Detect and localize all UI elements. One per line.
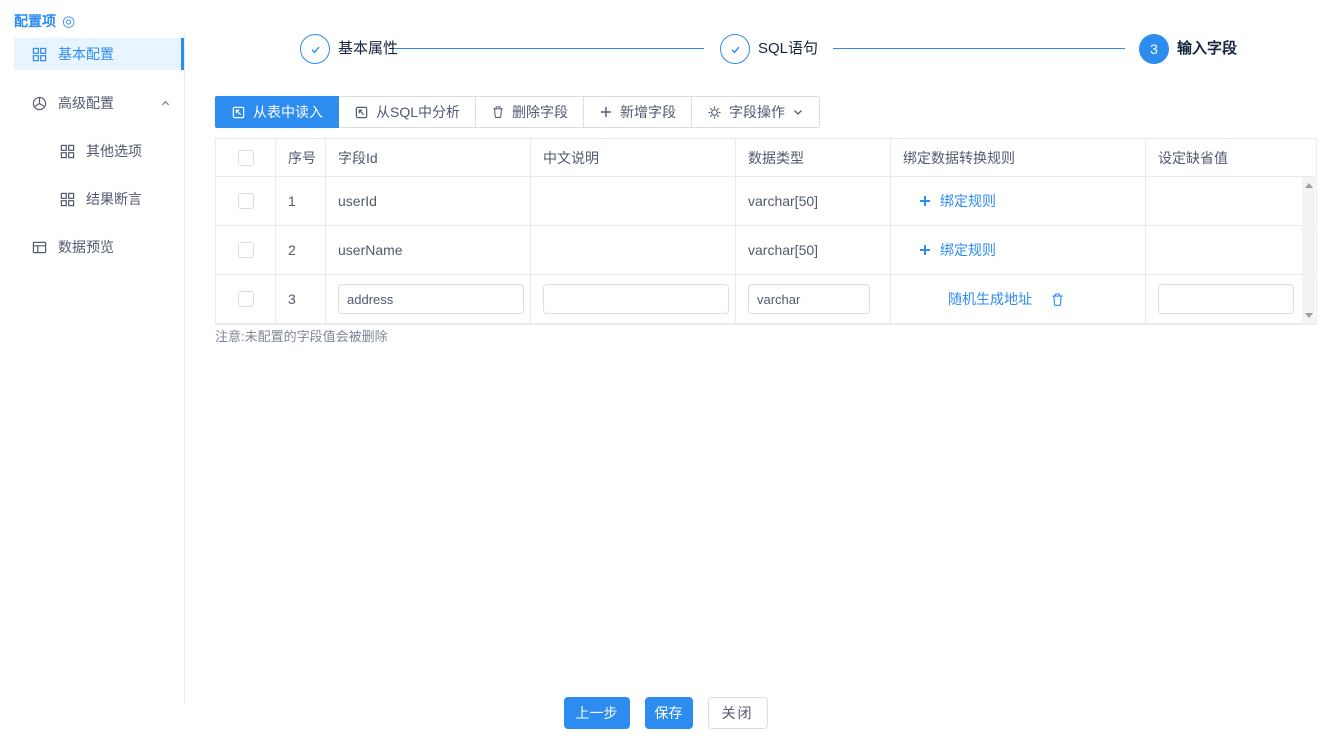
field-id-value: userId — [326, 177, 531, 226]
bind-rule-link[interactable]: 绑定规则 — [919, 240, 996, 260]
step-3-number: 3 — [1150, 41, 1158, 57]
sidebar-title-text: 配置项 — [14, 11, 56, 31]
row-no: 3 — [276, 275, 326, 324]
gear-icon — [707, 105, 722, 120]
col-header-no: 序号 — [276, 139, 326, 177]
sidebar-item-result-assert[interactable]: 结果断言 — [14, 183, 185, 215]
import-table-icon — [354, 105, 369, 120]
sidebar-divider — [184, 35, 185, 703]
table-row: 1 userId varchar[50] 绑定规则 — [216, 177, 1316, 226]
footer-actions: 上一步 保存 关闭 — [0, 697, 1331, 729]
target-icon: ◎ — [62, 14, 75, 29]
caret-up-icon[interactable] — [160, 98, 171, 109]
check-icon — [728, 42, 743, 57]
plus-icon — [919, 244, 931, 256]
sidebar-title: 配置项 ◎ — [14, 11, 75, 31]
table-header-row: 序号 字段Id 中文说明 数据类型 绑定数据转换规则 设定缺省值 — [216, 139, 1316, 177]
table-row-editable: 3 随机生成地址 — [216, 275, 1316, 324]
select-all-checkbox[interactable] — [238, 150, 254, 166]
import-table-icon — [231, 105, 246, 120]
row-checkbox[interactable] — [238, 193, 254, 209]
table-scrollbar[interactable] — [1302, 177, 1315, 324]
remove-rule-button[interactable] — [1050, 292, 1065, 307]
trash-icon — [1050, 292, 1065, 307]
sidebar: 配置项 ◎ 基本配置 高级配置 其他选项 结果断言 数据预览 — [0, 0, 185, 740]
scroll-down-icon[interactable] — [1305, 313, 1313, 318]
plus-icon — [599, 105, 613, 119]
warning-note: 注意:未配置的字段值会被删除 — [215, 326, 388, 345]
col-header-rule: 绑定数据转换规则 — [891, 139, 1146, 177]
field-id-input[interactable] — [338, 284, 524, 314]
check-icon — [308, 42, 323, 57]
default-value — [1146, 226, 1316, 275]
row-checkbox[interactable] — [238, 291, 254, 307]
sidebar-item-label: 基本配置 — [58, 44, 114, 64]
chevron-down-icon — [792, 106, 804, 118]
trash-icon — [491, 105, 505, 119]
sidebar-item-basic-config[interactable]: 基本配置 — [14, 38, 185, 70]
add-field-button[interactable]: 新增字段 — [583, 96, 692, 128]
row-no: 2 — [276, 226, 326, 275]
save-button[interactable]: 保存 — [645, 697, 693, 729]
parse-from-sql-button[interactable]: 从SQL中分析 — [338, 96, 476, 128]
plus-icon — [919, 195, 931, 207]
field-operations-button[interactable]: 字段操作 — [691, 96, 820, 128]
step-1-circle — [300, 34, 330, 64]
cube-icon — [32, 96, 47, 111]
col-header-data-type: 数据类型 — [736, 139, 891, 177]
row-no: 1 — [276, 177, 326, 226]
sidebar-item-label: 数据预览 — [58, 237, 114, 257]
grid-icon — [60, 144, 75, 159]
col-header-field-id: 字段Id — [326, 139, 531, 177]
row-checkbox[interactable] — [238, 242, 254, 258]
grid-icon — [60, 192, 75, 207]
default-value-input[interactable] — [1158, 284, 1294, 314]
sidebar-item-advanced-config[interactable]: 高级配置 — [14, 87, 185, 119]
default-value — [1146, 177, 1316, 226]
close-button[interactable]: 关闭 — [708, 697, 768, 729]
sidebar-item-data-preview[interactable]: 数据预览 — [14, 231, 185, 263]
step-1-label: 基本属性 — [338, 34, 398, 64]
desc-input[interactable] — [543, 284, 729, 314]
read-from-table-button[interactable]: 从表中读入 — [215, 96, 339, 128]
sidebar-item-label: 高级配置 — [58, 93, 114, 113]
sidebar-item-label: 结果断言 — [86, 189, 142, 209]
sidebar-item-label: 其他选项 — [86, 141, 142, 161]
field-toolbar: 从表中读入 从SQL中分析 删除字段 新增字段 字段操作 — [215, 96, 820, 128]
sidebar-item-other-options[interactable]: 其他选项 — [14, 135, 185, 167]
col-header-desc: 中文说明 — [531, 139, 736, 177]
data-type-value: varchar[50] — [736, 177, 891, 226]
field-id-value: userName — [326, 226, 531, 275]
table-row: 2 userName varchar[50] 绑定规则 — [216, 226, 1316, 275]
fields-table: 序号 字段Id 中文说明 数据类型 绑定数据转换规则 设定缺省值 1 userI… — [215, 138, 1317, 325]
step-3-label: 输入字段 — [1177, 34, 1237, 64]
col-header-default: 设定缺省值 — [1146, 139, 1316, 177]
step-2-circle — [720, 34, 750, 64]
scroll-up-icon[interactable] — [1305, 183, 1313, 188]
bind-rule-link[interactable]: 绑定规则 — [919, 191, 996, 211]
table-preview-icon — [32, 240, 47, 255]
step-2-label: SQL语句 — [758, 34, 818, 64]
delete-field-button[interactable]: 删除字段 — [475, 96, 584, 128]
grid-icon — [32, 47, 47, 62]
data-type-value: varchar[50] — [736, 226, 891, 275]
step-3-circle: 3 — [1139, 34, 1169, 64]
previous-step-button[interactable]: 上一步 — [564, 697, 630, 729]
step-connector — [394, 48, 704, 49]
random-address-rule-link[interactable]: 随机生成地址 — [948, 289, 1032, 309]
data-type-input[interactable] — [748, 284, 870, 314]
step-connector — [833, 48, 1125, 49]
desc-value — [531, 177, 736, 226]
desc-value — [531, 226, 736, 275]
